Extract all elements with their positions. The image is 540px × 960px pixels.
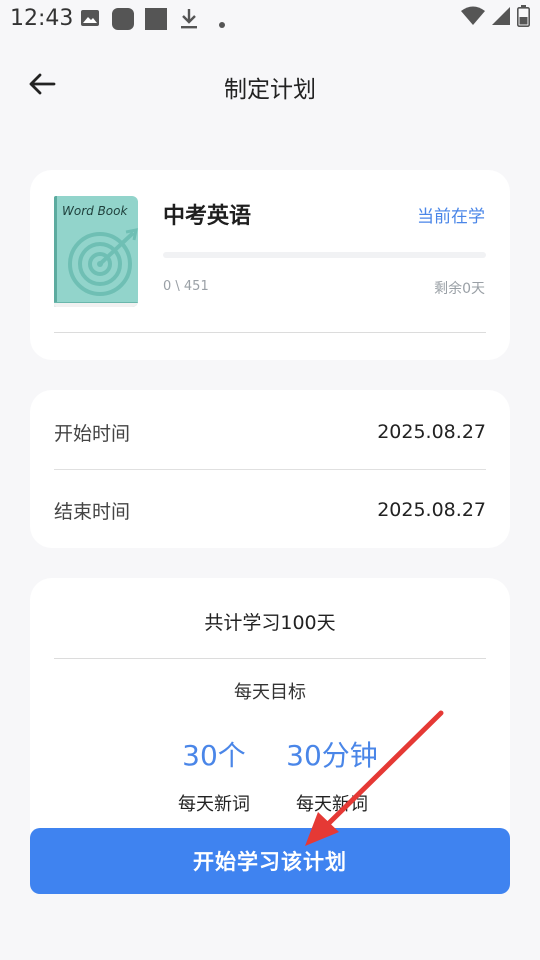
signal-icon (491, 6, 511, 30)
start-plan-button[interactable]: 开始学习该计划 (30, 828, 510, 894)
divider (54, 332, 486, 333)
date-card: 开始时间 2025.08.27 结束时间 2025.08.27 (30, 390, 510, 548)
book-cover-title: Word Book (62, 204, 128, 218)
status-time: 12:43 (10, 6, 74, 31)
end-date-row[interactable]: 结束时间 2025.08.27 (54, 480, 486, 540)
daily-words-value: 30个 (182, 739, 246, 772)
daily-time-goal[interactable]: 30分钟 每天新词 (272, 734, 392, 816)
image-icon (80, 8, 100, 32)
app-icon (112, 8, 134, 34)
book-card[interactable]: Word Book 中考英语 当前在学 0 \ 451 剩余0天 (30, 170, 510, 360)
download-icon (180, 8, 198, 34)
status-right (461, 5, 530, 31)
divider (54, 658, 486, 659)
total-days: 共计学习100天 (204, 612, 336, 634)
start-date-value: 2025.08.27 (377, 421, 486, 443)
end-date-label: 结束时间 (54, 500, 131, 523)
page-title: 制定计划 (224, 77, 316, 103)
remaining-days: 剩余0天 (434, 281, 485, 297)
book-status-link[interactable]: 当前在学 (417, 202, 485, 227)
daily-words-caption: 每天新词 (178, 794, 250, 815)
dot-icon (218, 14, 226, 33)
book-spine (54, 196, 57, 307)
book-page-edge (54, 302, 138, 307)
daily-time-caption: 每天新词 (296, 794, 368, 815)
daily-goal-label: 每天目标 (234, 682, 306, 703)
divider (54, 469, 486, 470)
book-cover: Word Book (54, 196, 138, 307)
start-date-row[interactable]: 开始时间 2025.08.27 (54, 402, 486, 462)
start-date-label: 开始时间 (54, 422, 131, 445)
battery-icon (517, 5, 530, 31)
status-bar: 12:43 (0, 0, 540, 38)
wifi-icon (461, 6, 485, 30)
square-icon (145, 8, 167, 34)
book-name: 中考英语 (163, 204, 252, 229)
daily-words-goal[interactable]: 30个 每天新词 (154, 734, 274, 816)
progress-bar (163, 252, 486, 258)
end-date-value: 2025.08.27 (377, 499, 486, 521)
progress-count: 0 \ 451 (163, 279, 209, 294)
daily-time-value: 30分钟 (286, 739, 378, 772)
target-icon (66, 226, 138, 300)
